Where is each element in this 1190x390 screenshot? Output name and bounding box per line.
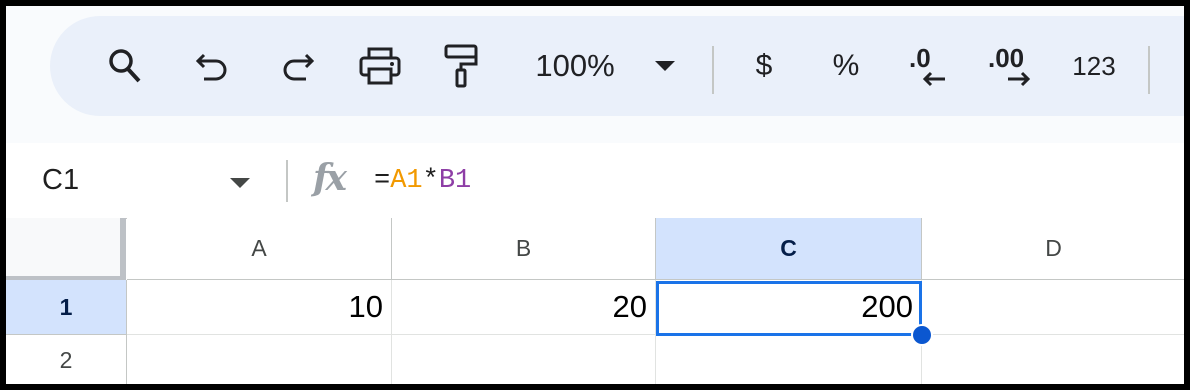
spreadsheet-window: 100% $ % .0 .00 123 C1 fx = A1 * B1 A B … [6, 6, 1184, 384]
formula-ref-a1: A1 [390, 165, 423, 196]
dropdown-arrow-icon [655, 61, 675, 71]
more-formats-label: 123 [1072, 50, 1116, 81]
select-all-corner[interactable] [6, 218, 126, 282]
name-box-dropdown[interactable] [230, 168, 250, 193]
cell-a2[interactable] [127, 335, 392, 384]
cell-c1[interactable]: 200 [656, 280, 922, 335]
fx-icon: fx [313, 157, 347, 199]
paint-format-icon [444, 44, 478, 88]
column-header-c[interactable]: C [656, 218, 922, 280]
paint-format-button[interactable] [438, 16, 484, 116]
decrease-decimals-button[interactable]: .0 [900, 16, 956, 116]
toolbar-area: 100% $ % .0 .00 123 [6, 6, 1184, 143]
formula-equals: = [374, 165, 391, 196]
increase-decimals-label: .00 [988, 43, 1025, 73]
toolbar: 100% $ % .0 .00 123 [50, 16, 1184, 116]
redo-icon [283, 53, 314, 81]
arrow-right-icon [1008, 71, 1030, 87]
redo-button[interactable] [274, 16, 320, 116]
name-box[interactable]: C1 [42, 143, 79, 218]
zoom-select[interactable]: 100% [520, 16, 630, 116]
fill-handle[interactable] [911, 324, 933, 346]
formula-input[interactable]: = A1 * B1 [374, 143, 471, 218]
column-header-a[interactable]: A [127, 218, 392, 280]
row-header-2[interactable]: 2 [6, 335, 127, 384]
formula-ref-b1: B1 [438, 165, 472, 196]
cell-b2[interactable] [392, 335, 656, 384]
toolbar-divider [712, 46, 714, 94]
more-formats-button[interactable]: 123 [1064, 16, 1124, 116]
undo-button[interactable] [190, 16, 236, 116]
percent-label: % [832, 49, 860, 82]
search-button[interactable] [102, 16, 148, 116]
cell-d2[interactable] [922, 335, 1184, 384]
cell-d1[interactable] [922, 280, 1184, 335]
print-button[interactable] [356, 16, 404, 116]
arrow-left-icon [923, 71, 945, 87]
cell-c2[interactable] [656, 335, 922, 384]
sheet-grid: A B C D 1 2 10 20 200 [6, 218, 1184, 384]
print-icon [359, 47, 401, 85]
undo-icon [196, 53, 227, 81]
zoom-dropdown-button[interactable] [650, 16, 680, 116]
formula-operator: * [422, 165, 439, 196]
column-header-d[interactable]: D [922, 218, 1184, 280]
cell-a1[interactable]: 10 [127, 280, 392, 335]
search-icon [109, 49, 141, 83]
decrease-decimals-label: .0 [909, 43, 931, 73]
column-header-b[interactable]: B [392, 218, 656, 280]
toolbar-divider [1148, 46, 1150, 94]
format-percent-button[interactable]: % [826, 16, 866, 116]
cell-b1[interactable]: 20 [392, 280, 656, 335]
row-header-1[interactable]: 1 [6, 280, 127, 335]
format-currency-button[interactable]: $ [744, 16, 784, 116]
zoom-value: 100% [535, 48, 615, 83]
currency-label: $ [755, 49, 773, 82]
formula-bar: C1 fx = A1 * B1 [6, 143, 1184, 219]
formula-bar-divider [286, 160, 288, 202]
dropdown-arrow-icon [230, 178, 250, 188]
increase-decimals-button[interactable]: .00 [982, 16, 1042, 116]
